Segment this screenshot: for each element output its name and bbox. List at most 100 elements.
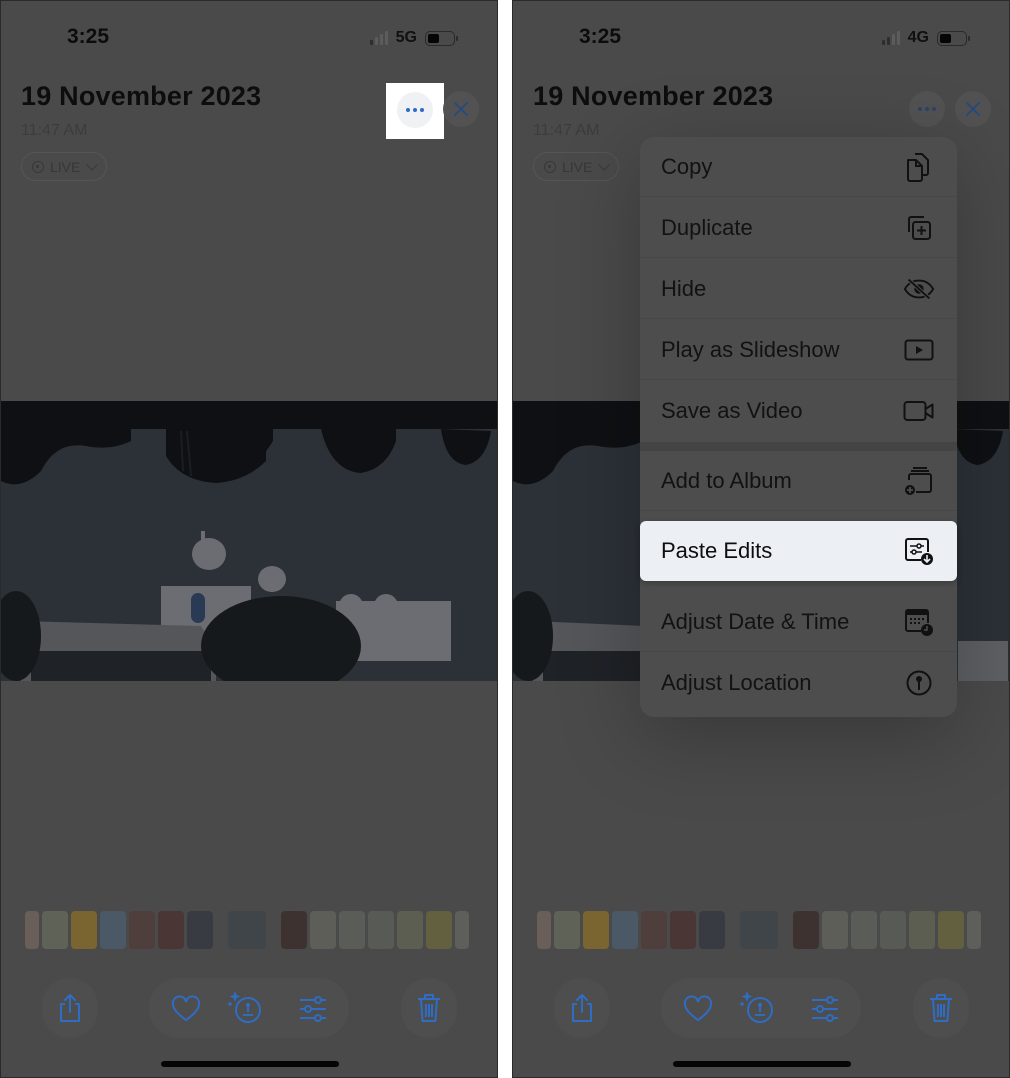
thumbnail[interactable] — [187, 911, 213, 949]
thumbnail[interactable] — [822, 911, 848, 949]
status-time: 3:25 — [67, 25, 110, 48]
menu-item-adjust-date-time[interactable]: Adjust Date & Time — [640, 592, 957, 652]
delete-button[interactable] — [401, 978, 457, 1038]
thumbnail[interactable] — [25, 911, 39, 949]
thumbnail[interactable] — [612, 911, 638, 949]
thumbnail-current[interactable] — [228, 911, 266, 949]
thumbnail[interactable] — [158, 911, 184, 949]
close-button[interactable] — [955, 91, 991, 127]
thumbnail-strip[interactable] — [537, 911, 981, 949]
network-type: 4G — [907, 29, 929, 46]
favorite-button[interactable] — [678, 989, 718, 1029]
menu-item-adjust-location[interactable]: Adjust Location — [640, 653, 957, 713]
live-label: LIVE — [562, 158, 593, 175]
home-indicator[interactable] — [673, 1061, 851, 1067]
share-button[interactable] — [554, 978, 610, 1038]
thumbnail[interactable] — [129, 911, 155, 949]
thumbnail[interactable] — [426, 911, 452, 949]
add-to-album-icon — [903, 465, 935, 497]
bottom-toolbar — [513, 978, 1009, 1040]
close-icon — [966, 102, 980, 116]
thumbnail[interactable] — [100, 911, 126, 949]
photo-date-title: 19 November 2023 — [533, 81, 774, 111]
thumbnail[interactable] — [397, 911, 423, 949]
cellular-signal-icon — [881, 31, 900, 45]
menu-item-label: Save as Video — [661, 398, 803, 423]
thumbnail[interactable] — [42, 911, 68, 949]
status-indicators: 5G — [369, 29, 458, 47]
thumbnail-strip[interactable] — [25, 911, 469, 949]
delete-button[interactable] — [913, 978, 969, 1038]
edit-adjust-button[interactable] — [293, 989, 333, 1029]
duplicate-icon — [903, 212, 935, 244]
thumbnail[interactable] — [339, 911, 365, 949]
menu-item-duplicate[interactable]: Duplicate — [640, 198, 957, 258]
cellular-signal-icon — [369, 31, 388, 45]
live-photo-icon — [544, 160, 556, 173]
menu-item-label: Paste Edits — [661, 538, 773, 563]
more-options-button[interactable] — [397, 92, 433, 128]
thumbnail[interactable] — [281, 911, 307, 949]
thumbnail[interactable] — [909, 911, 935, 949]
adjust-sliders-icon — [300, 996, 326, 1022]
menu-item-label: Adjust Date & Time — [661, 608, 850, 634]
toolbar-center-group — [149, 978, 349, 1038]
thumbnail[interactable] — [851, 911, 877, 949]
favorite-button[interactable] — [166, 989, 206, 1029]
thumbnail[interactable] — [71, 911, 97, 949]
copy-icon — [903, 151, 935, 183]
thumbnail[interactable] — [880, 911, 906, 949]
thumbnail[interactable] — [793, 911, 819, 949]
thumbnail-current[interactable] — [740, 911, 778, 949]
chevron-down-icon — [86, 158, 99, 171]
more-options-button[interactable] — [909, 91, 945, 127]
photo-view[interactable] — [1, 401, 497, 681]
video-camera-icon — [903, 395, 935, 427]
share-icon — [60, 994, 80, 1022]
close-button[interactable] — [443, 91, 479, 127]
thumbnail[interactable] — [554, 911, 580, 949]
status-time: 3:25 — [579, 25, 622, 48]
thumbnail[interactable] — [368, 911, 394, 949]
thumbnail[interactable] — [670, 911, 696, 949]
thumbnail[interactable] — [537, 911, 551, 949]
live-photo-button[interactable]: LIVE — [21, 152, 108, 181]
thumbnail[interactable] — [583, 911, 609, 949]
thumbnail[interactable] — [641, 911, 667, 949]
ellipsis-icon — [918, 107, 922, 111]
thumbnail[interactable] — [967, 911, 981, 949]
menu-item-hide[interactable]: Hide — [640, 259, 957, 319]
menu-item-save-as-video[interactable]: Save as Video — [640, 381, 957, 441]
home-indicator[interactable] — [161, 1061, 339, 1067]
live-photo-button[interactable]: LIVE — [533, 152, 620, 181]
photo-date-title: 19 November 2023 — [21, 81, 262, 111]
eye-slash-icon — [903, 273, 935, 305]
share-button[interactable] — [42, 978, 98, 1038]
phone-screen-menu-open: 3:25 4G 19 November 2023 11:47 AM LIVE C… — [512, 0, 1010, 1078]
chevron-down-icon — [598, 158, 611, 171]
adjust-sliders-icon — [812, 996, 838, 1022]
photo-image — [1, 401, 497, 681]
share-icon — [572, 994, 592, 1022]
menu-item-label: Duplicate — [661, 214, 753, 240]
menu-item-label: Adjust Location — [661, 670, 812, 695]
menu-item-paste-edits[interactable]: Paste Edits — [640, 521, 957, 581]
menu-item-play-slideshow[interactable]: Play as Slideshow — [640, 320, 957, 380]
visual-lookup-icon — [740, 991, 773, 1023]
menu-item-add-to-album[interactable]: Add to Album — [640, 451, 957, 511]
menu-item-label: Hide — [661, 275, 707, 301]
thumbnail[interactable] — [938, 911, 964, 949]
edit-adjust-button[interactable] — [805, 989, 845, 1029]
visual-lookup-button[interactable] — [738, 987, 778, 1027]
visual-lookup-button[interactable] — [226, 987, 266, 1027]
heart-icon — [171, 995, 201, 1022]
thumbnail[interactable] — [310, 911, 336, 949]
more-options-menu: Copy Duplicate Hide Play as Slideshow Sa… — [640, 137, 957, 717]
menu-item-copy[interactable]: Copy — [640, 137, 957, 197]
thumbnail[interactable] — [699, 911, 725, 949]
trash-icon — [418, 994, 440, 1022]
status-indicators: 4G — [881, 29, 970, 47]
thumbnail[interactable] — [455, 911, 469, 949]
battery-icon — [937, 30, 970, 46]
menu-item-label: Copy — [661, 153, 713, 179]
